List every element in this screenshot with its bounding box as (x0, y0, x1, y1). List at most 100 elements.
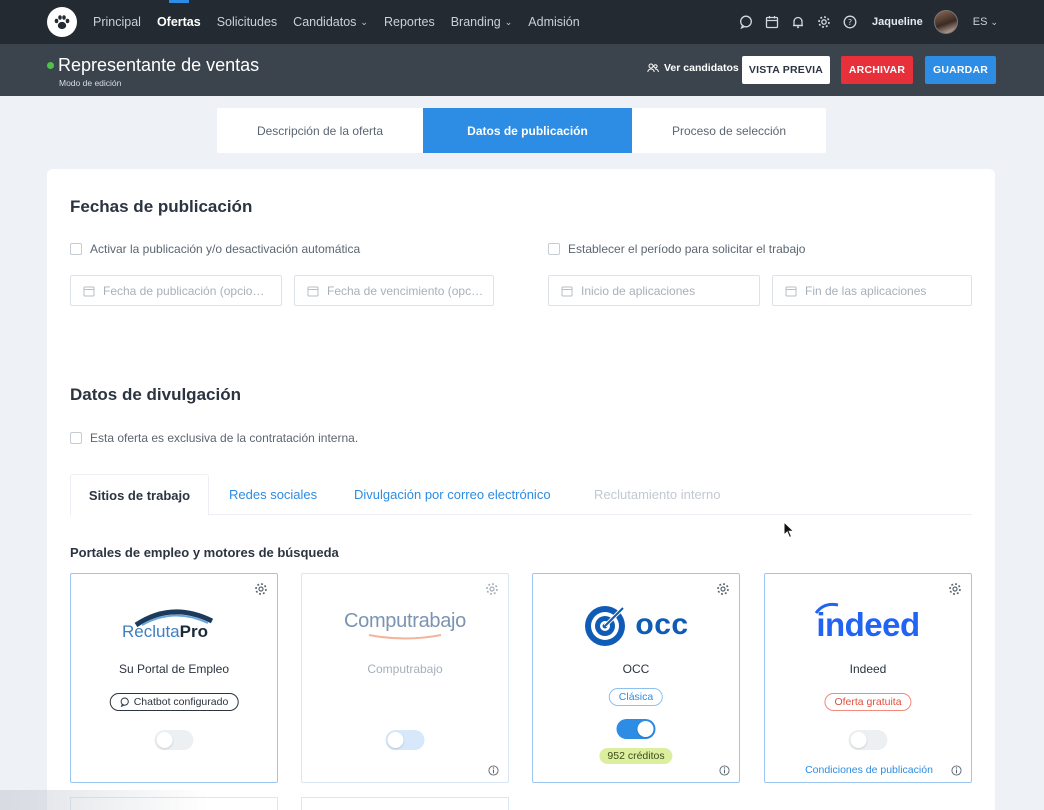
reclutapro-logo-text-pro: Pro (179, 622, 208, 641)
view-candidates-link[interactable]: Ver candidatos (647, 62, 739, 74)
dissemination-title: Datos de divulgación (70, 385, 241, 404)
edit-mode-label: Modo de edición (59, 78, 122, 88)
calendar-icon[interactable] (764, 15, 779, 30)
nav-item-ofertas[interactable]: Ofertas (157, 0, 201, 44)
nav-item-admision[interactable]: Admisión (528, 0, 579, 44)
nav-item-branding[interactable]: Branding ⌄ (451, 0, 513, 44)
tab-selection-process[interactable]: Proceso de selección (632, 108, 826, 153)
computrabajo-logo-text: Computrabajo (343, 609, 467, 632)
gear-icon[interactable] (254, 582, 268, 596)
nav-label: Ofertas (156, 15, 201, 29)
credits-badge: 952 créditos (599, 748, 673, 764)
paw-icon (54, 15, 70, 30)
internal-only-option[interactable]: Esta oferta es exclusiva de la contratac… (70, 431, 358, 445)
save-button[interactable]: GUARDAR (925, 56, 996, 84)
archive-button[interactable]: ARCHIVAR (841, 56, 913, 84)
users-icon (647, 63, 659, 73)
calendar-icon (83, 286, 95, 296)
portal-card-occ: occ OCC Clásica 952 créditos (532, 573, 740, 783)
application-start-placeholder: Inicio de aplicaciones (581, 283, 696, 298)
portal-toggle[interactable] (154, 730, 194, 750)
svg-text:?: ? (847, 18, 851, 27)
occ-logo: occ (533, 600, 739, 650)
gear-icon[interactable] (948, 582, 962, 596)
gear-icon[interactable] (716, 582, 730, 596)
gear-icon[interactable] (485, 582, 499, 596)
avatar[interactable] (933, 10, 958, 34)
application-period-option[interactable]: Establecer el período para solicitar el … (548, 242, 805, 256)
calendar-icon (561, 286, 573, 296)
info-icon[interactable] (488, 765, 499, 776)
nav-item-principal[interactable]: Principal (93, 0, 141, 44)
calendar-icon (785, 286, 797, 296)
chevron-down-icon: ⌄ (990, 16, 998, 27)
info-icon[interactable] (951, 765, 962, 776)
nav-label: Candidatos (293, 15, 357, 29)
language-selector[interactable]: ES ⌄ (973, 16, 998, 28)
plan-badge: Clásica (608, 688, 664, 706)
internal-only-label: Esta oferta es exclusiva de la contratac… (90, 431, 359, 445)
nav-right: ? Jaqueline ES ⌄ (738, 0, 998, 44)
chevron-down-icon: ⌄ (360, 16, 368, 27)
nav-item-candidatos[interactable]: Candidatos ⌄ (293, 0, 368, 44)
portal-card-peek (70, 797, 278, 810)
chevron-down-icon: ⌄ (504, 16, 513, 27)
application-period-label: Establecer el período para solicitar el … (568, 242, 806, 256)
view-candidates-label: Ver candidatos (664, 62, 739, 74)
bell-icon[interactable] (790, 15, 805, 30)
publication-dates-title: Fechas de publicación (70, 197, 253, 216)
subtab-social-networks[interactable]: Redes sociales (229, 474, 317, 515)
nav-label: Solicitudes (216, 15, 278, 29)
chat-icon[interactable] (738, 15, 753, 30)
indeed-logo: indeed (765, 600, 971, 650)
portal-card-reclutapro: ReclutaPro Su Portal de Empleo Chatbot c… (70, 573, 278, 783)
expiration-date-input[interactable]: Fecha de vencimiento (opc… (294, 275, 494, 306)
app-logo[interactable] (47, 7, 77, 37)
expiration-date-placeholder: Fecha de vencimiento (opc… (327, 283, 484, 298)
reclutapro-logo: ReclutaPro (71, 600, 277, 650)
subtab-email[interactable]: Divulgación por correo electrónico (354, 474, 551, 515)
auto-publish-checkbox[interactable] (70, 243, 82, 255)
chatbot-badge[interactable]: Chatbot configurado (109, 693, 239, 711)
gear-icon[interactable] (816, 15, 831, 30)
occ-logo-text: occ (635, 608, 689, 641)
tab-publication-data[interactable]: Datos de publicación (423, 108, 632, 153)
target-icon (585, 606, 626, 646)
application-period-checkbox[interactable] (548, 243, 560, 255)
portal-name: OCC (622, 662, 650, 676)
offer-tabs: Descripción de la oferta Datos de public… (217, 108, 826, 153)
portal-name: Su Portal de Empleo (118, 662, 230, 676)
publication-date-placeholder: Fecha de publicación (opcio… (103, 283, 265, 298)
portal-card-computrabajo: Computrabajo Computrabajo (301, 573, 509, 783)
portals-heading: Portales de empleo y motores de búsqueda (70, 545, 339, 560)
subtab-internal-recruiting: Reclutamiento interno (594, 487, 721, 502)
portal-name: Computrabajo (367, 662, 443, 676)
nav-item-reportes[interactable]: Reportes (384, 0, 435, 44)
calendar-icon (307, 286, 319, 296)
user-name[interactable]: Jaqueline (872, 16, 923, 28)
publication-conditions-link[interactable]: Condiciones de publicación (765, 764, 973, 776)
plan-badge: Oferta gratuita (824, 693, 912, 711)
application-start-input[interactable]: Inicio de aplicaciones (548, 275, 760, 306)
portal-card-peek (301, 797, 509, 810)
portal-toggle[interactable] (848, 730, 888, 750)
portal-card-indeed: indeed Indeed Oferta gratuita Condicione… (764, 573, 972, 783)
publication-date-input[interactable]: Fecha de publicación (opcio… (70, 275, 282, 306)
application-end-placeholder: Fin de las aplicaciones (805, 283, 927, 298)
preview-button[interactable]: VISTA PREVIA (742, 56, 830, 84)
nav-label: Admisión (528, 15, 580, 29)
internal-only-checkbox[interactable] (70, 432, 82, 444)
auto-publish-option[interactable]: Activar la publicación y/o desactivación… (70, 242, 360, 256)
info-icon[interactable] (719, 765, 730, 776)
application-end-input[interactable]: Fin de las aplicaciones (772, 275, 972, 306)
status-indicator (47, 62, 54, 69)
chat-icon (120, 697, 129, 707)
main-nav: Principal Ofertas Solicitudes Candidatos… (93, 0, 596, 44)
portal-toggle[interactable] (385, 730, 425, 750)
computrabajo-logo: Computrabajo (302, 600, 508, 650)
portal-toggle[interactable] (616, 719, 656, 739)
help-icon[interactable]: ? (842, 15, 857, 30)
tab-description[interactable]: Descripción de la oferta (217, 108, 423, 153)
nav-item-solicitudes[interactable]: Solicitudes (217, 0, 277, 44)
subtab-job-sites[interactable]: Sitios de trabajo (70, 474, 209, 516)
